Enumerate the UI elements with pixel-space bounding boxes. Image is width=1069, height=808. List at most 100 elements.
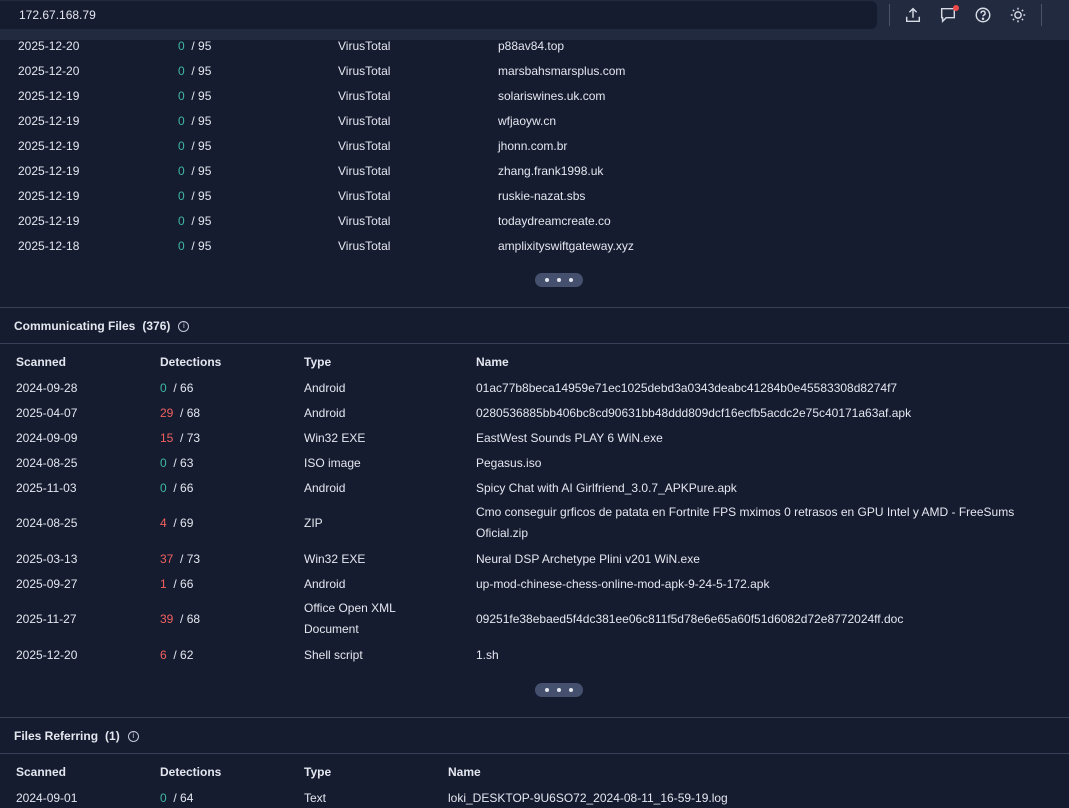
table-row[interactable]: 2025-12-19 0 / 95 VirusTotal solariswines.u… xyxy=(0,83,1069,108)
detection-ratio: 0 / 95 xyxy=(178,214,211,228)
table-row[interactable]: 2025-09-27 1 / 66 Android up-mod-chinese-ch… xyxy=(0,571,1069,596)
table-row[interactable]: 2025-12-19 0 / 95 VirusTotal todaydreamcrea… xyxy=(0,208,1069,233)
resolution-date: 2025-12-19 xyxy=(18,88,80,103)
scanned-date: 2024-09-01 xyxy=(16,790,78,805)
resolver: VirusTotal xyxy=(338,38,391,53)
detection-total: / 95 xyxy=(191,63,212,78)
file-name-link[interactable]: 0280536885bb406bc8cd90631bb48ddd809dcf16… xyxy=(476,406,911,420)
detection-total: / 95 xyxy=(191,213,212,228)
resolution-date: 2025-12-19 xyxy=(18,138,80,153)
upload-icon[interactable] xyxy=(902,4,924,26)
col-header-scanned[interactable]: Scanned xyxy=(16,765,66,779)
file-name-link[interactable]: 01ac77b8beca14959e71ec1025debd3a0343deab… xyxy=(476,381,897,395)
table-row[interactable]: 2025-11-27 39 / 68 Office Open XML Documen… xyxy=(0,596,1069,642)
col-header-type[interactable]: Type xyxy=(304,355,331,369)
table-row[interactable]: 2024-08-25 4 / 69 ZIP Cmo conseguir grficos… xyxy=(0,500,1069,546)
col-header-name[interactable]: Name xyxy=(476,355,509,369)
table-row[interactable]: 2025-12-19 0 / 95 VirusTotal zhang.frank199… xyxy=(0,158,1069,183)
detection-total: / 66 xyxy=(173,576,194,591)
col-header-name[interactable]: Name xyxy=(448,765,481,779)
detection-total: / 69 xyxy=(173,516,194,530)
detection-total: / 95 xyxy=(191,138,212,153)
file-name-link[interactable]: 1.sh xyxy=(476,648,499,662)
resolution-date: 2025-12-19 xyxy=(18,163,80,178)
detection-total: / 95 xyxy=(191,188,212,203)
chat-icon[interactable] xyxy=(937,4,959,26)
col-header-detections[interactable]: Detections xyxy=(160,765,221,779)
domain-link[interactable]: ruskie-nazat.sbs xyxy=(498,189,585,203)
resolution-date: 2025-12-18 xyxy=(18,238,80,253)
search-value: 172.67.168.79 xyxy=(19,8,96,22)
file-name-link[interactable]: EastWest Sounds PLAY 6 WiN.exe xyxy=(476,431,663,445)
domain-link[interactable]: amplixityswiftgateway.xyz xyxy=(498,239,634,253)
info-icon[interactable]: i xyxy=(127,730,139,742)
file-name-link[interactable]: 09251fe38ebaed5f4dc381ee06c811f5d78e6e65… xyxy=(476,612,903,626)
table-row[interactable]: 2024-09-09 15 / 73 Win32 EXE EastWest Sound… xyxy=(0,425,1069,450)
scanned-date: 2025-11-27 xyxy=(16,612,77,626)
table-row[interactable]: 2025-03-13 37 / 73 Win32 EXE Neural DSP Arc… xyxy=(0,546,1069,571)
table-row[interactable]: 2025-12-20 0 / 95 VirusTotal marsbahsmarspl… xyxy=(0,58,1069,83)
section-count: (1) xyxy=(105,729,120,743)
file-name-link[interactable]: Spicy Chat with AI Girlfriend_3.0.7_APKP… xyxy=(476,481,737,495)
detection-count: 4 xyxy=(160,516,167,530)
file-name-link[interactable]: Pegasus.iso xyxy=(476,456,541,470)
detection-total: / 64 xyxy=(173,790,194,805)
scanned-date: 2025-03-13 xyxy=(16,551,78,566)
table-row[interactable]: 2025-12-20 6 / 62 Shell script 1.sh xyxy=(0,642,1069,667)
file-name-link[interactable]: Neural DSP Archetype Plini v201 WiN.exe xyxy=(476,552,700,566)
file-name-link[interactable]: Cmo conseguir grficos de patata en Fortn… xyxy=(476,502,1056,544)
scanned-date: 2024-09-28 xyxy=(16,380,78,395)
domain-link[interactable]: wfjaoyw.cn xyxy=(498,114,556,128)
detection-count: 0 xyxy=(178,188,185,203)
table-row[interactable]: 2025-12-18 0 / 95 VirusTotal amplixityswift… xyxy=(0,233,1069,258)
detection-count: 0 xyxy=(178,38,185,53)
detection-count: 0 xyxy=(160,455,167,470)
table-row[interactable]: 2024-09-01 0 / 64 Text loki_DESKTOP-9U6SO72… xyxy=(0,785,1069,808)
detection-total: / 95 xyxy=(191,238,212,253)
detection-ratio: 0 / 63 xyxy=(160,456,193,470)
resolver: VirusTotal xyxy=(338,113,391,128)
col-header-type[interactable]: Type xyxy=(304,765,331,779)
search-input[interactable]: 172.67.168.79 xyxy=(0,1,877,29)
table-row[interactable]: 2025-11-03 0 / 66 Android Spicy Chat with A… xyxy=(0,475,1069,500)
detection-ratio: 1 / 66 xyxy=(160,577,193,591)
theme-icon[interactable] xyxy=(1007,4,1029,26)
table-row[interactable]: 2024-09-28 0 / 66 Android 01ac77b8beca14959… xyxy=(0,375,1069,400)
files-referring-header: Files Referring (1) i xyxy=(0,718,1069,754)
file-type: Android xyxy=(304,576,346,591)
communicating-more-button[interactable] xyxy=(535,683,583,697)
file-type: Office Open XML Document xyxy=(304,601,396,636)
file-name-link[interactable]: up-mod-chinese-chess-online-mod-apk-9-24… xyxy=(476,577,769,591)
table-row[interactable]: 2025-12-19 0 / 95 VirusTotal wfjaoyw.cn xyxy=(0,108,1069,133)
col-header-scanned[interactable]: Scanned xyxy=(16,355,66,369)
communicating-files-header: Communicating Files (376) i xyxy=(0,308,1069,344)
file-type: ISO image xyxy=(304,455,361,470)
detection-count: 0 xyxy=(178,238,185,253)
resolver: VirusTotal xyxy=(338,163,391,178)
detection-ratio: 0 / 95 xyxy=(178,164,211,178)
domain-link[interactable]: marsbahsmarsplus.com xyxy=(498,64,625,78)
file-name-link[interactable]: loki_DESKTOP-9U6SO72_2024-08-11_16-59-19… xyxy=(448,791,728,805)
domain-link[interactable]: p88av84.top xyxy=(498,39,564,53)
table-row[interactable]: 2025-04-07 29 / 68 Android 0280536885bb406b… xyxy=(0,400,1069,425)
domain-link[interactable]: solariswines.uk.com xyxy=(498,89,605,103)
detection-total: / 95 xyxy=(191,88,212,103)
detection-count: 15 xyxy=(160,430,174,445)
toolbar-divider xyxy=(889,4,890,26)
table-row[interactable]: 2024-08-25 0 / 63 ISO image Pegasus.iso xyxy=(0,450,1069,475)
resolver: VirusTotal xyxy=(338,88,391,103)
info-icon[interactable]: i xyxy=(178,320,190,332)
resolutions-more-button[interactable] xyxy=(535,273,583,287)
domain-link[interactable]: zhang.frank1998.uk xyxy=(498,164,603,178)
section-divider xyxy=(0,753,1069,754)
detection-total: / 66 xyxy=(173,480,194,495)
table-row[interactable]: 2025-12-19 0 / 95 VirusTotal jhonn.com.br xyxy=(0,133,1069,158)
detection-count: 0 xyxy=(160,480,167,495)
file-type: Text xyxy=(304,790,327,805)
help-icon[interactable] xyxy=(972,4,994,26)
table-row[interactable]: 2025-12-19 0 / 95 VirusTotal ruskie-nazat.s… xyxy=(0,183,1069,208)
detection-count: 0 xyxy=(178,213,185,228)
domain-link[interactable]: todaydreamcreate.co xyxy=(498,214,611,228)
domain-link[interactable]: jhonn.com.br xyxy=(498,139,567,153)
col-header-detections[interactable]: Detections xyxy=(160,355,221,369)
